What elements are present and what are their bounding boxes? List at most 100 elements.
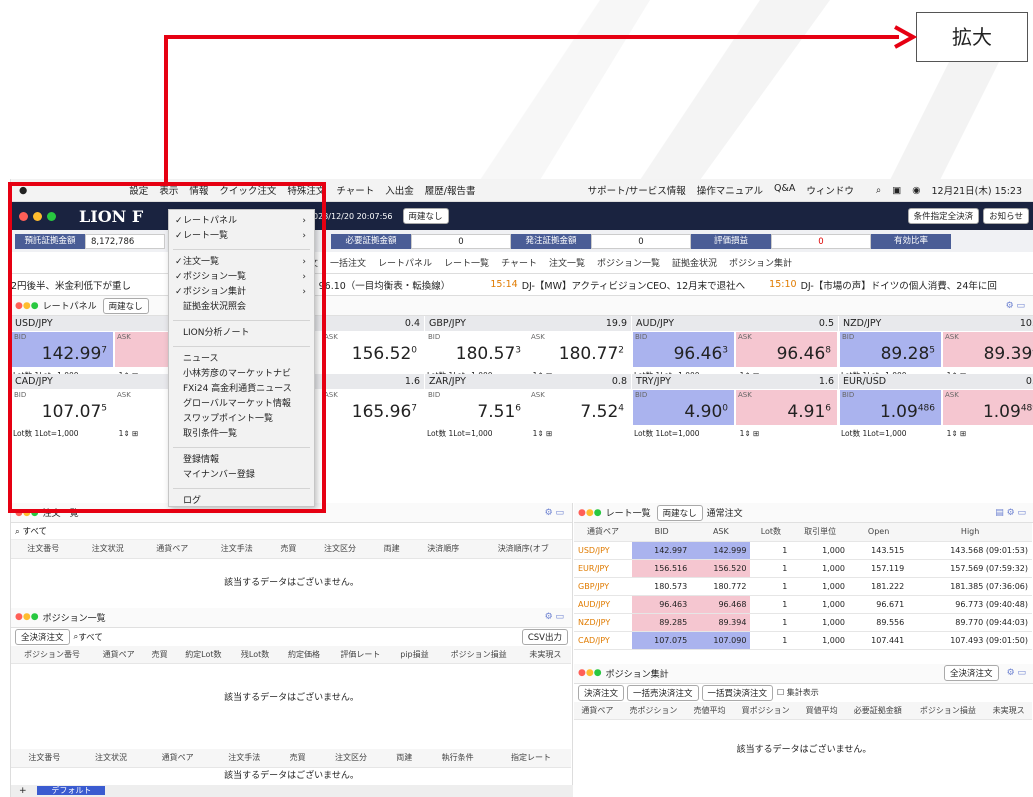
column-header[interactable]: 売買 (277, 749, 318, 768)
mac-menu-0[interactable]: 設定 (129, 183, 148, 197)
apple-icon[interactable]: ● (19, 185, 27, 196)
column-header[interactable]: 売買 (269, 540, 308, 559)
toolbar-item-1[interactable]: 一括注文 (330, 256, 366, 269)
max-dot[interactable] (47, 211, 56, 221)
menu-item[interactable]: ✓ポジション一覧 › (169, 270, 314, 285)
column-header[interactable]: 売買 (144, 645, 175, 664)
stepper-icon[interactable]: ⇕ ⊞ (123, 429, 138, 438)
agg-sell-settle[interactable]: 一括売決済注文 (627, 684, 699, 701)
ticker-news-2[interactable]: DJ-【市場の声】ドイツの個人消費、24年に回 (801, 278, 997, 292)
rate-card[interactable]: EUR/USD 0.3 BID1.09486ASK1.09489Lot数 1Lot=… (839, 374, 1033, 441)
cell-ask[interactable]: 142.999 (691, 541, 751, 560)
bid-button[interactable]: BID 107.075 (12, 390, 113, 425)
column-header[interactable]: 売ポジション (620, 701, 687, 720)
ticker-left[interactable]: 2円後半、米金利低下が重し (11, 278, 131, 292)
mac-menu-3[interactable]: クイック注文 (219, 183, 276, 197)
rate-row[interactable]: AUD/JPY 96.463 96.468 1 1,000 96.671 96.773 (0… (574, 595, 1032, 614)
tab-default[interactable]: デフォルト (37, 786, 106, 795)
column-header[interactable]: 決済順序 (410, 540, 476, 559)
cell-lot[interactable]: 1 (750, 541, 792, 560)
column-header[interactable]: 約定Lot数 (174, 645, 232, 664)
mode-toggle[interactable]: 両建なし (402, 208, 449, 224)
column-header[interactable]: 両建 (372, 540, 411, 559)
ask-button[interactable]: ASK 96.468 (736, 332, 837, 367)
rate-card[interactable]: TRY/JPY 1.6 BID 4.900 ASK 4.916 Lot数 1Lot=1,00… (632, 374, 838, 441)
rate-row[interactable]: CAD/JPY 107.075 107.090 1 1,000 107.441 107.49… (574, 631, 1032, 650)
mac-right-menu-3[interactable]: ウィンドウ (806, 183, 854, 197)
rate-row[interactable]: NZD/JPY 89.285 89.394 1 1,000 89.556 89.770 (0… (574, 613, 1032, 632)
cell-ask[interactable]: 107.090 (691, 631, 751, 650)
ask-button[interactable]: ASK 180.772 (529, 332, 630, 367)
menu-item[interactable]: 証拠金状況照会 (169, 300, 314, 315)
dot-yellow[interactable]: ● (23, 301, 31, 311)
ask-button[interactable]: ASK 165.967 (322, 390, 423, 425)
orders-filter[interactable]: ⌕ すべて (11, 523, 572, 540)
settle-all-button[interactable]: 全決済注文 (15, 628, 70, 645)
mac-right-menu-0[interactable]: サポート/サービス情報 (588, 183, 686, 197)
column-header[interactable]: 通貨ペア (574, 523, 632, 542)
bid-button[interactable]: BID 180.573 (426, 332, 527, 367)
cell-bid[interactable]: 142.997 (631, 541, 692, 560)
lot-input[interactable]: Lot数 1Lot=1,0001 ⇕ ⊞ (839, 426, 1033, 441)
lot-input[interactable]: Lot数 1Lot=1,0001 ⇕ ⊞ (632, 426, 838, 441)
agg-settle-button[interactable]: 全決済注文 (944, 665, 999, 681)
menu-item[interactable]: ✓レート一覧 › (169, 229, 314, 244)
toolbar-item-3[interactable]: レート一覧 (444, 256, 489, 269)
menu-item[interactable]: 取引条件一覧 (169, 427, 314, 442)
agg-settle-order[interactable]: 決済注文 (578, 684, 625, 701)
menu-item[interactable]: グローバルマーケット情報 (169, 397, 314, 412)
mac-right-menu-2[interactable]: Q&A (774, 183, 795, 197)
cell-bid[interactable]: 89.285 (631, 613, 692, 632)
column-header[interactable]: BID (631, 523, 692, 542)
column-header[interactable]: 買ポジション (732, 701, 799, 720)
toolbar-item-2[interactable]: レートパネル (378, 256, 432, 269)
bid-button[interactable]: BID 7.516 (426, 390, 527, 425)
close-dot[interactable] (19, 211, 28, 221)
menu-item[interactable]: ✓レートパネル › (169, 214, 314, 229)
ask-button[interactable]: ASK 7.524 (529, 390, 630, 425)
column-header[interactable]: 通貨ペア (144, 749, 211, 768)
cell-ask[interactable]: 89.394 (691, 613, 751, 632)
cell-bid[interactable]: 180.573 (631, 577, 692, 596)
column-header[interactable]: 注文状況 (75, 540, 141, 559)
cell-ask[interactable]: 180.772 (691, 577, 751, 596)
column-header[interactable]: 決済順序(オブ (475, 540, 571, 559)
rate-card[interactable]: ZAR/JPY 0.8 BID 7.516 ASK 7.524 Lot数 1Lot=1,00… (425, 374, 631, 441)
menu-item[interactable]: マイナンバー登録 (169, 468, 314, 483)
gear-icon[interactable]: ⚙ ▭ (1006, 301, 1025, 311)
column-header[interactable]: 取引単位 (791, 523, 849, 542)
lot-input[interactable]: Lot数 1Lot=1,0001 ⇕ ⊞ (425, 426, 631, 441)
column-header[interactable]: pip損益 (391, 645, 438, 664)
column-header[interactable]: ASK (691, 523, 751, 542)
positions-filter[interactable]: すべて (78, 631, 103, 643)
notice-button[interactable]: お知らせ (983, 208, 1029, 224)
rate-row[interactable]: USD/JPY 142.997 142.999 1 1,000 143.515 143.56… (574, 541, 1032, 560)
column-header[interactable]: 注文手法 (210, 749, 278, 768)
column-header[interactable]: 注文手法 (204, 540, 270, 559)
search-icon[interactable]: ⌕ (876, 185, 881, 196)
cell-bid[interactable]: 96.463 (631, 595, 692, 614)
ask-button[interactable]: ASK89.394 (943, 332, 1033, 367)
column-header[interactable]: High (908, 523, 1032, 542)
gear-icon[interactable]: ⚙ ▭ (545, 612, 564, 622)
agg-checkbox[interactable]: ☐ 集計表示 (777, 687, 819, 698)
cell-bid[interactable]: 156.516 (631, 559, 692, 578)
column-header[interactable]: ポジション損益 (910, 701, 986, 720)
column-header[interactable]: 注文番号 (11, 540, 76, 559)
column-header[interactable]: 両建 (384, 749, 425, 768)
dot-red[interactable]: ● (15, 301, 23, 311)
bid-button[interactable]: BID 142.997 (12, 332, 113, 367)
menu-item[interactable]: スワップポイント一覧 (169, 412, 314, 427)
min-dot[interactable] (33, 211, 42, 221)
cell-lot[interactable]: 1 (750, 631, 792, 650)
column-header[interactable]: 通貨ペア (574, 701, 621, 720)
rate-list-mode[interactable]: 両建なし (656, 504, 703, 521)
cell-lot[interactable]: 1 (750, 595, 792, 614)
ticker-news-1[interactable]: DJ-【MW】アクティビジョンCEO、12月末で退社へ (522, 278, 745, 292)
toolbar-item-6[interactable]: ポジション一覧 (597, 256, 660, 269)
column-header[interactable]: 買値平均 (798, 701, 846, 720)
column-header[interactable]: Lot数 (750, 523, 792, 542)
cell-ask[interactable]: 96.468 (691, 595, 751, 614)
column-header[interactable]: 残Lot数 (231, 645, 279, 664)
stepper-icon[interactable]: ⇕ ⊞ (951, 429, 966, 438)
